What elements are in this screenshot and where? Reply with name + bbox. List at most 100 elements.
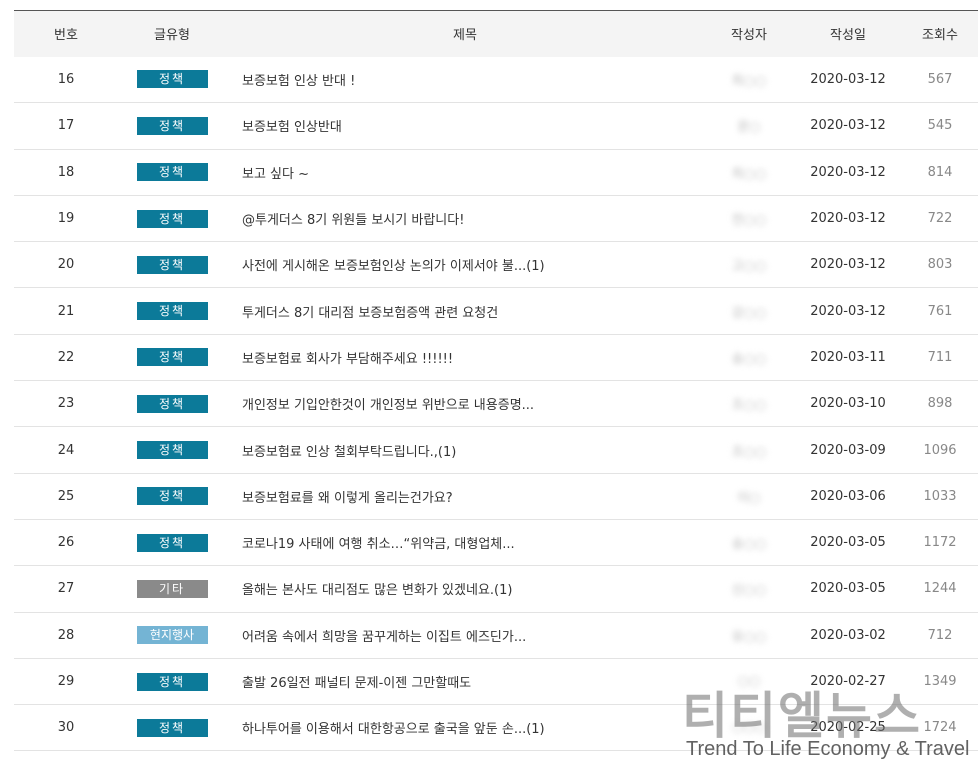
row-date: 2020-03-10 bbox=[810, 396, 886, 412]
author-name-blurred: 조○○ bbox=[731, 444, 767, 460]
row-views: 1349 bbox=[923, 674, 957, 689]
row-title-link[interactable]: 출발 26일전 패널티 문제-이젠 그만할때도 bbox=[226, 658, 704, 704]
row-author: 유○○ bbox=[704, 612, 794, 658]
category-badge: 정책 bbox=[136, 441, 208, 460]
table-header-row: 번호 글유형 제목 작성자 작성일 조회수 bbox=[14, 10, 978, 57]
row-category: 정책 bbox=[118, 288, 226, 334]
author-name-blurred: 고○○ bbox=[731, 259, 767, 275]
row-title-link[interactable]: 코로나19 사태에 여행 취소…“위약금, 대형업체... bbox=[226, 519, 704, 565]
header-author: 작성자 bbox=[731, 28, 767, 44]
author-name-blurred: 신○○ bbox=[731, 583, 767, 599]
table-row[interactable]: 27 기타 올해는 본사도 대리점도 많은 변화가 있겠네요.(1) 신○○ 2020-… bbox=[14, 566, 978, 613]
row-author: 조○○ bbox=[704, 381, 794, 427]
author-name-blurred: 송○○ bbox=[731, 537, 767, 553]
table-row[interactable]: 16 정책 보증보험 인상 반대 ! 최○○ 2020-03-12 567 bbox=[14, 57, 978, 103]
row-author: 조○○ bbox=[704, 427, 794, 473]
table-row[interactable]: 23 정책 개인정보 기입안한것이 개인정보 위반으로 내용증명... 조○○ 2020… bbox=[14, 381, 978, 427]
row-category: 정책 bbox=[118, 195, 226, 241]
row-title-link[interactable]: 투게더스 8기 대리점 보증보험증액 관련 요청건 bbox=[226, 288, 704, 334]
author-name-blurred: 전○○ bbox=[731, 213, 767, 229]
row-title-link[interactable]: 어려움 속에서 희망을 꿈꾸게하는 이집트 에즈딘가... bbox=[226, 612, 704, 658]
row-title-link[interactable]: 보증보험료 회사가 부담해주세요 !!!!!! bbox=[226, 334, 704, 380]
category-badge: 정책 bbox=[136, 209, 208, 228]
row-category: 정책 bbox=[118, 705, 226, 751]
table-row[interactable]: 29 정책 출발 26일전 패널티 문제-이젠 그만할때도 ○○ 2020-02-27 1… bbox=[14, 658, 978, 705]
table-row[interactable]: 18 정책 보고 싶다 ~ 최○○ 2020-03-12 814 bbox=[14, 149, 978, 196]
table-row[interactable]: 22 정책 보증보험료 회사가 부담해주세요 !!!!!! 송○○ 2020-03-11… bbox=[14, 334, 978, 381]
row-number: 28 bbox=[57, 627, 75, 643]
row-title-link[interactable]: 보증보험 인상반대 bbox=[226, 103, 704, 149]
row-category: 정책 bbox=[118, 149, 226, 195]
author-name-blurred: 이○ bbox=[737, 490, 761, 506]
row-category: 정책 bbox=[118, 427, 226, 473]
header-no: 번호 bbox=[54, 28, 78, 44]
board-table: 번호 글유형 제목 작성자 작성일 조회수 16 정책 보증보험 인상 반대 ! 최○… bbox=[14, 10, 978, 751]
row-date: 2020-03-12 bbox=[810, 257, 886, 273]
row-date: 2020-03-11 bbox=[810, 349, 886, 365]
row-author: ○○ bbox=[704, 658, 794, 704]
row-author: 문○ bbox=[704, 103, 794, 149]
row-title-link[interactable]: 하나투어를 이용해서 대한항공으로 출국을 앞둔 손...(1) bbox=[226, 705, 704, 751]
row-title-link[interactable]: 사전에 게시해온 보증보험인상 논의가 이제서야 불...(1) bbox=[226, 242, 704, 288]
row-author: 이○ bbox=[704, 473, 794, 519]
category-badge: 정책 bbox=[136, 348, 208, 367]
category-badge: 정책 bbox=[136, 672, 208, 691]
author-name-blurred: 최○○ bbox=[731, 166, 767, 182]
row-views: 803 bbox=[927, 257, 953, 273]
author-name-blurred: ○○ bbox=[737, 674, 761, 689]
table-row[interactable]: 25 정책 보증보험료를 왜 이렇게 올리는건가요? 이○ 2020-03-06 1033 bbox=[14, 473, 978, 520]
row-number: 21 bbox=[57, 303, 75, 319]
row-title-link[interactable]: 올해는 본사도 대리점도 많은 변화가 있겠네요.(1) bbox=[226, 566, 704, 612]
author-name-blurred: 조○○ bbox=[731, 398, 767, 414]
row-category: 정책 bbox=[118, 103, 226, 149]
row-category: 기타 bbox=[118, 566, 226, 612]
table-row[interactable]: 17 정책 보증보험 인상반대 문○ 2020-03-12 545 bbox=[14, 103, 978, 150]
row-views: 1096 bbox=[923, 442, 957, 458]
table-row[interactable]: 20 정책 사전에 게시해온 보증보험인상 논의가 이제서야 불...(1) 고○○ 2… bbox=[14, 242, 978, 288]
row-number: 20 bbox=[57, 257, 75, 273]
row-views: 1172 bbox=[923, 535, 957, 551]
row-title-link[interactable]: 보증보험료 인상 철회부탁드립니다.,(1) bbox=[226, 427, 704, 473]
row-category: 정책 bbox=[118, 334, 226, 380]
category-badge: 현지행사 bbox=[136, 626, 208, 645]
category-badge: 정책 bbox=[136, 302, 208, 321]
row-date: 2020-02-27 bbox=[810, 674, 886, 689]
row-title-link[interactable]: 보증보험 인상 반대 ! bbox=[226, 57, 704, 103]
row-category: 정책 bbox=[118, 242, 226, 288]
row-date: 2020-03-12 bbox=[810, 118, 886, 134]
row-date: 2020-03-05 bbox=[810, 581, 886, 597]
row-title-link[interactable]: @투게더스 8기 위원들 보시기 바랍니다! bbox=[226, 195, 704, 241]
row-date: 2020-03-12 bbox=[810, 303, 886, 319]
row-author: 신○○ bbox=[704, 566, 794, 612]
table-row[interactable]: 26 정책 코로나19 사태에 여행 취소…“위약금, 대형업체... 송○○ 2020… bbox=[14, 519, 978, 566]
table-row[interactable]: 30 정책 하나투어를 이용해서 대한항공으로 출국을 앞둔 손...(1) ○○○ 2… bbox=[14, 705, 978, 751]
row-author: 전○○ bbox=[704, 195, 794, 241]
row-date: 2020-03-12 bbox=[810, 211, 886, 227]
category-badge: 기타 bbox=[136, 579, 208, 598]
table-row[interactable]: 19 정책 @투게더스 8기 위원들 보시기 바랍니다! 전○○ 2020-03-12 7… bbox=[14, 195, 978, 242]
row-number: 24 bbox=[57, 442, 75, 458]
row-number: 25 bbox=[57, 488, 75, 504]
author-name-blurred: 유○○ bbox=[731, 629, 767, 645]
row-number: 17 bbox=[57, 118, 75, 134]
row-category: 정책 bbox=[118, 519, 226, 565]
row-category: 정책 bbox=[118, 473, 226, 519]
row-views: 1724 bbox=[923, 720, 957, 736]
header-title: 제목 bbox=[453, 28, 477, 44]
table-row[interactable]: 24 정책 보증보험료 인상 철회부탁드립니다.,(1) 조○○ 2020-03-09 1… bbox=[14, 427, 978, 474]
row-author: 송○○ bbox=[704, 519, 794, 565]
row-title-link[interactable]: 보고 싶다 ~ bbox=[226, 149, 704, 195]
row-views: 814 bbox=[927, 164, 953, 180]
row-title-link[interactable]: 보증보험료를 왜 이렇게 올리는건가요? bbox=[226, 473, 704, 519]
row-number: 23 bbox=[57, 396, 75, 412]
row-author: 강○○ bbox=[704, 288, 794, 334]
board-list: 번호 글유형 제목 작성자 작성일 조회수 16 정책 보증보험 인상 반대 ! 최○… bbox=[14, 10, 978, 751]
row-date: 2020-03-12 bbox=[810, 71, 886, 87]
row-title-link[interactable]: 개인정보 기입안한것이 개인정보 위반으로 내용증명... bbox=[226, 381, 704, 427]
category-badge: 정책 bbox=[136, 70, 208, 89]
category-badge: 정책 bbox=[136, 394, 208, 413]
table-row[interactable]: 21 정책 투게더스 8기 대리점 보증보험증액 관련 요청건 강○○ 2020-03-… bbox=[14, 288, 978, 335]
row-views: 712 bbox=[927, 627, 953, 643]
category-badge: 정책 bbox=[136, 487, 208, 506]
table-row[interactable]: 28 현지행사 어려움 속에서 희망을 꿈꾸게하는 이집트 에즈딘가... 유○○ 20… bbox=[14, 612, 978, 659]
